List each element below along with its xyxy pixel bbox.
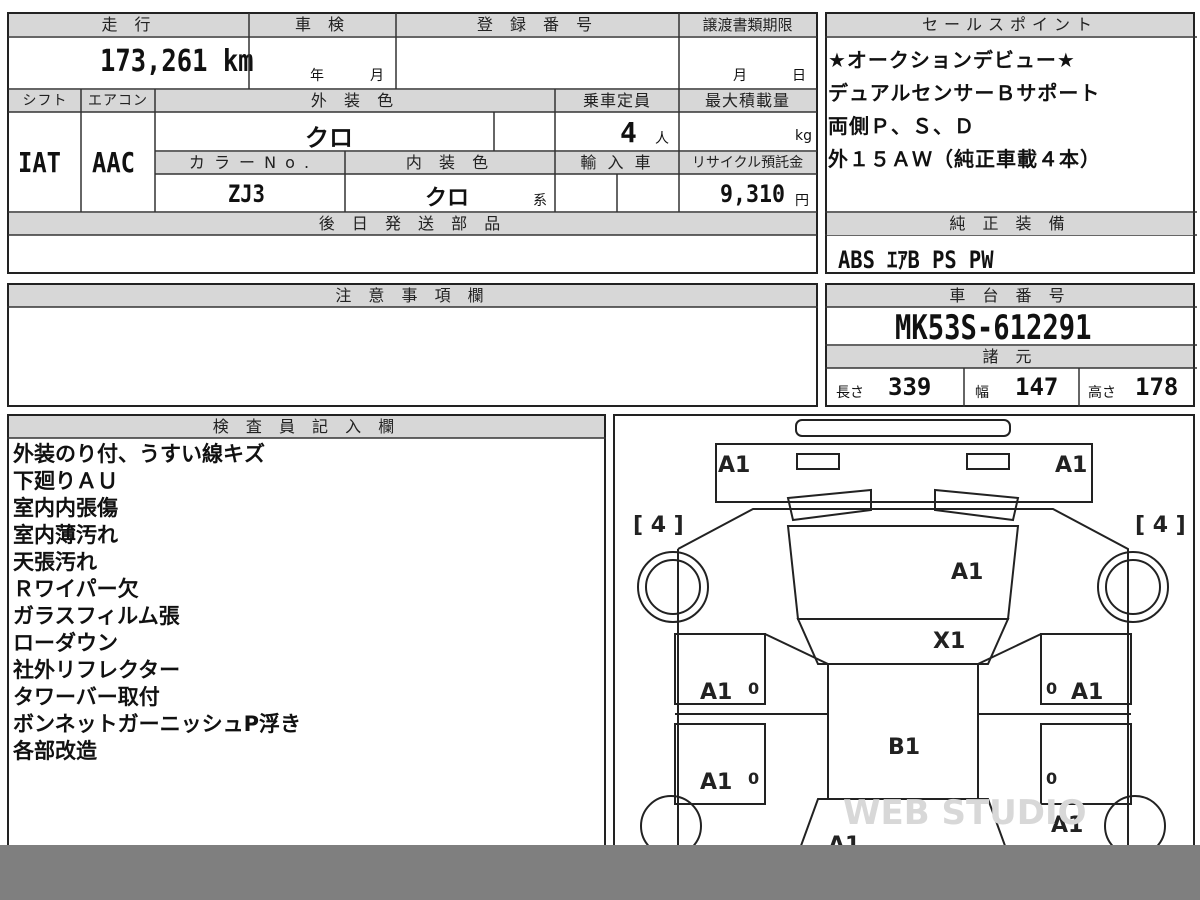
inspector-note: 社外リフレクター (13, 658, 181, 682)
sales-points-list: ★オークションデビュー★ デュアルセンサーＢサポート 両側Ｐ、Ｓ、Ｄ 外１５ＡＷ… (828, 44, 1193, 176)
damage-mark: B1 (888, 735, 920, 760)
width-label: 幅 (975, 385, 989, 401)
equipment-value: ABS ｴｱB PS PW (838, 246, 994, 274)
length-label: 長さ (836, 385, 864, 401)
damage-mark: A1 (1071, 680, 1103, 705)
inspector-note: 各部改造 (13, 739, 97, 763)
damage-mark: A1 (951, 560, 983, 585)
car-damage-diagram: [ 4 ] [ 4 ] A1 A1 A1 X1 A1 0 A1 0 B1 A1 … (633, 419, 1186, 854)
height-label: 高さ (1088, 385, 1116, 401)
inspector-note: ガラスフィルム張 (13, 604, 180, 628)
height-value: 178 (1135, 373, 1179, 401)
inspector-note: Ｒワイパー欠 (13, 577, 139, 601)
inspector-notes-list: 外装のり付、うすい線キズ 下廻りＡＵ 室内内張傷 室内薄汚れ 天張汚れ Ｒワイパ… (13, 441, 593, 765)
watermark: WEB STUDIO (843, 793, 1087, 833)
equipment-header: 純 正 装 備 (827, 213, 1193, 235)
damage-mark: A1 (700, 770, 732, 795)
damage-mark: A1 (1055, 453, 1087, 478)
inspector-note: ローダウン (13, 631, 118, 655)
bottom-bar (0, 845, 1200, 900)
zero-mark: 0 (1046, 769, 1057, 788)
sales-point-line: デュアルセンサーＢサポート (828, 81, 1101, 105)
damage-mark: A1 (718, 453, 750, 478)
inspector-note: 外装のり付、うすい線キズ (13, 442, 265, 466)
zero-mark: 0 (748, 679, 759, 698)
damage-mark: X1 (933, 629, 965, 654)
sales-point-line: 両側Ｐ、Ｓ、Ｄ (828, 114, 975, 138)
tire-right-label: [ 4 ] (1135, 513, 1186, 538)
inspector-note: タワーバー取付 (13, 685, 160, 709)
inspector-note: 天張汚れ (13, 550, 97, 574)
inspector-note: 室内薄汚れ (13, 523, 118, 547)
inspector-note: 室内内張傷 (13, 496, 118, 520)
width-value: 147 (1015, 373, 1059, 401)
damage-mark: A1 (700, 680, 732, 705)
inspector-note: 下廻りＡＵ (13, 469, 118, 493)
zero-mark: 0 (748, 769, 759, 788)
inspector-note: ボンネットガーニッシュP浮き (13, 712, 301, 736)
sales-point-line: ★オークションデビュー★ (828, 48, 1076, 72)
vehicle-table-grid (8, 13, 817, 236)
tire-left-label: [ 4 ] (633, 513, 684, 538)
zero-mark: 0 (1046, 679, 1057, 698)
sales-point-line: 外１５ＡＷ（純正車載４本） (828, 147, 1101, 171)
length-value: 339 (888, 373, 932, 401)
